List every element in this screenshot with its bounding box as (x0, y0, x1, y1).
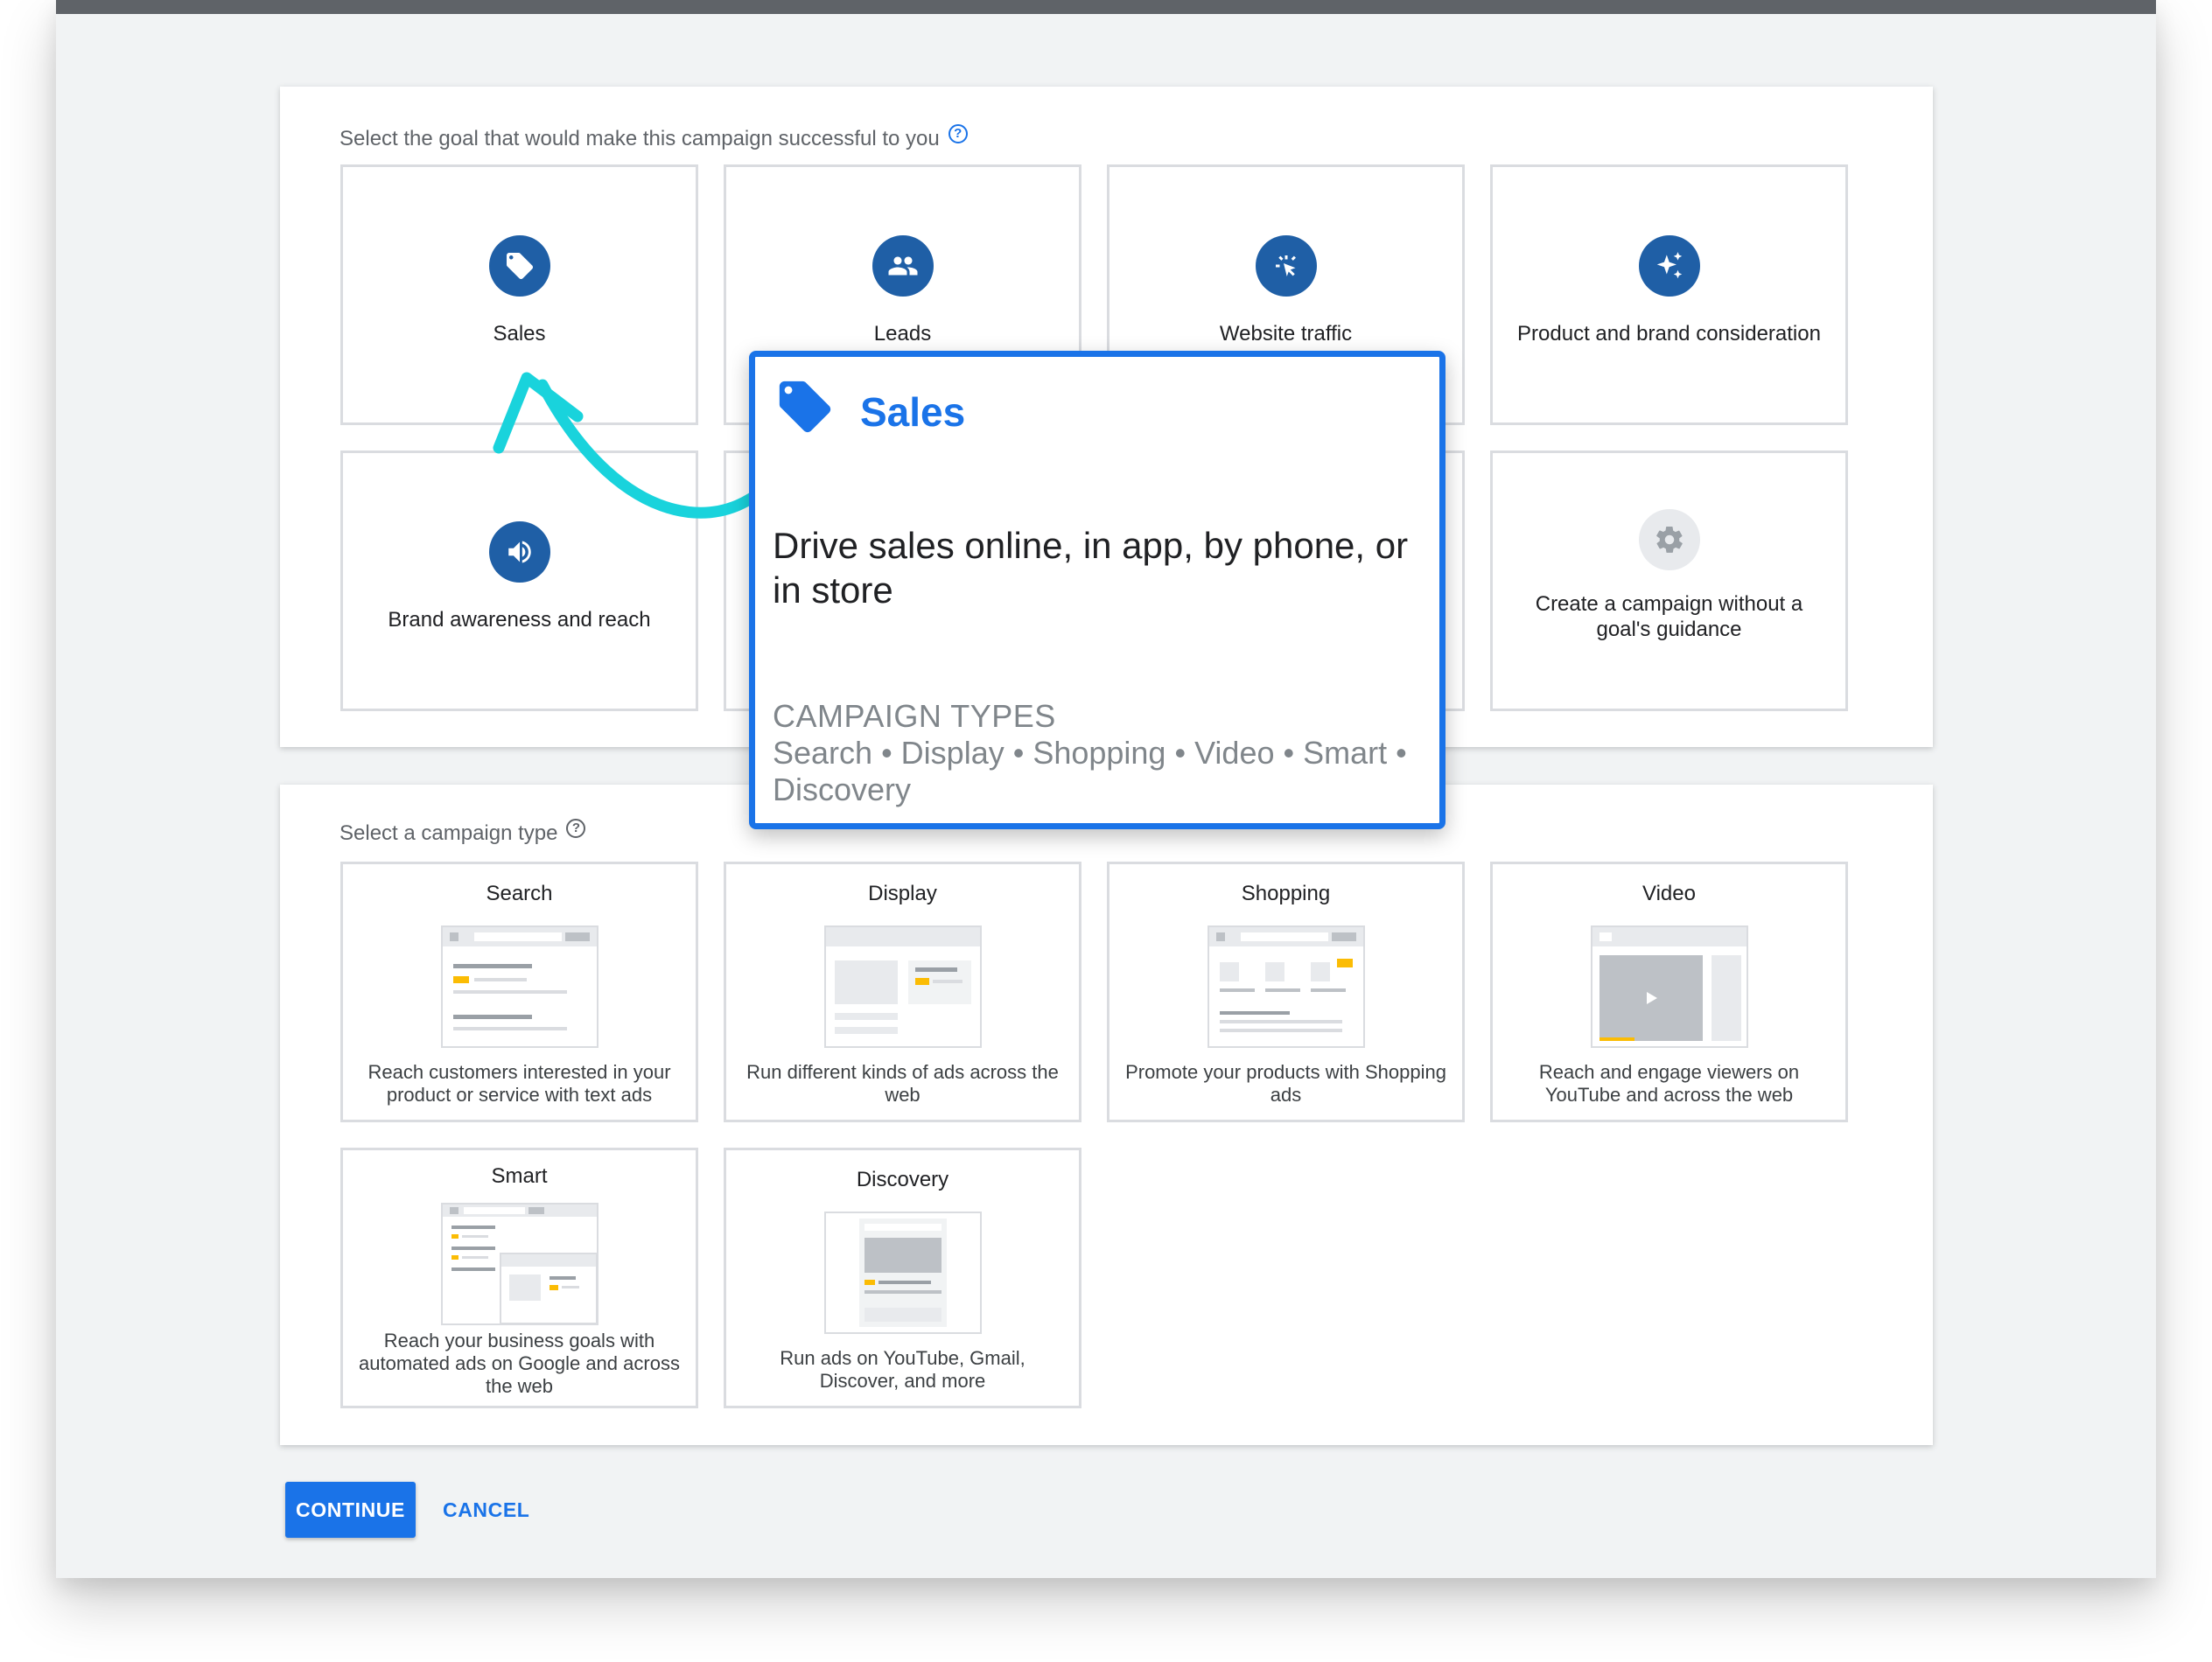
sparkle-icon (1638, 235, 1700, 297)
video-ad-illustration (1590, 925, 1748, 1048)
cancel-button[interactable]: CANCEL (434, 1482, 538, 1538)
goals-label-text: Select the goal that would make this cam… (340, 127, 940, 150)
cursor-click-icon (1255, 235, 1317, 297)
smart-ad-illustration (440, 1203, 598, 1325)
popup-types-label: CAMPAIGN TYPES (773, 698, 1056, 734)
sales-goal-popup: Sales Drive sales online, in app, by pho… (749, 351, 1446, 829)
goal-title: Sales (493, 322, 546, 346)
type-description: Reach and engage viewers on YouTube and … (1538, 1061, 1800, 1106)
types-section-label: Select a campaign type ? (340, 819, 586, 846)
type-card-video[interactable]: Video Reach and engage viewers on YouTub… (1490, 862, 1848, 1122)
type-card-display[interactable]: Display Run different kinds of ads acros… (724, 862, 1082, 1122)
tag-icon (779, 381, 831, 433)
search-ad-illustration (440, 925, 598, 1048)
popup-description: Drive sales online, in app, by phone, or… (773, 525, 1409, 611)
type-title: Smart (491, 1164, 548, 1188)
type-card-shopping[interactable]: Shopping Promote your products with Shop… (1107, 862, 1465, 1122)
type-title: Search (486, 882, 553, 905)
goal-card-no-goal[interactable]: Create a campaign without a goal's guida… (1490, 450, 1848, 711)
type-description: Reach your business goals with automated… (359, 1330, 680, 1397)
display-ad-illustration (823, 925, 982, 1048)
goal-title: Leads (873, 322, 932, 346)
popup-title: Sales (860, 389, 966, 435)
types-label-text: Select a campaign type (340, 821, 558, 845)
type-description: Promote your products with Shopping ads (1125, 1061, 1446, 1106)
goal-title: Brand awareness and reach (388, 608, 651, 632)
continue-button[interactable]: CONTINUE (285, 1482, 416, 1538)
type-card-discovery[interactable]: Discovery Run ads on YouTube, Gmail, Dis… (724, 1148, 1082, 1408)
type-description: Reach customers interested in your produ… (368, 1061, 671, 1106)
discovery-ad-illustration (823, 1212, 982, 1334)
goal-title: Website traffic (1219, 322, 1353, 346)
window-top-bar (56, 0, 2156, 14)
type-title: Discovery (856, 1168, 949, 1191)
help-icon[interactable]: ? (566, 819, 586, 838)
shopping-ad-illustration (1207, 925, 1365, 1048)
type-title: Shopping (1241, 882, 1331, 905)
goal-title: Product and brand consideration (1517, 322, 1821, 346)
type-card-smart[interactable]: Smart Reach your business goals with aut… (340, 1148, 698, 1408)
gear-icon (1638, 509, 1700, 570)
popup-campaign-types: Search • Display • Shopping • Video • Sm… (773, 735, 1407, 807)
help-icon[interactable]: ? (948, 124, 968, 143)
goal-card-product-brand-consideration[interactable]: Product and brand consideration (1490, 164, 1848, 425)
type-card-search[interactable]: Search Reach customers interested in you… (340, 862, 698, 1122)
campaign-types-panel: Select a campaign type ? Search Reach cu… (280, 785, 1933, 1445)
tag-icon (488, 235, 550, 297)
goals-section-label: Select the goal that would make this cam… (340, 124, 968, 151)
type-description: Run ads on YouTube, Gmail, Discover, and… (780, 1347, 1026, 1392)
type-title: Display (868, 882, 937, 905)
type-title: Video (1642, 882, 1696, 905)
type-description: Run different kinds of ads across the we… (746, 1061, 1059, 1106)
people-icon (872, 235, 934, 297)
goal-title: Create a campaign without a goal's guida… (1535, 592, 1803, 641)
